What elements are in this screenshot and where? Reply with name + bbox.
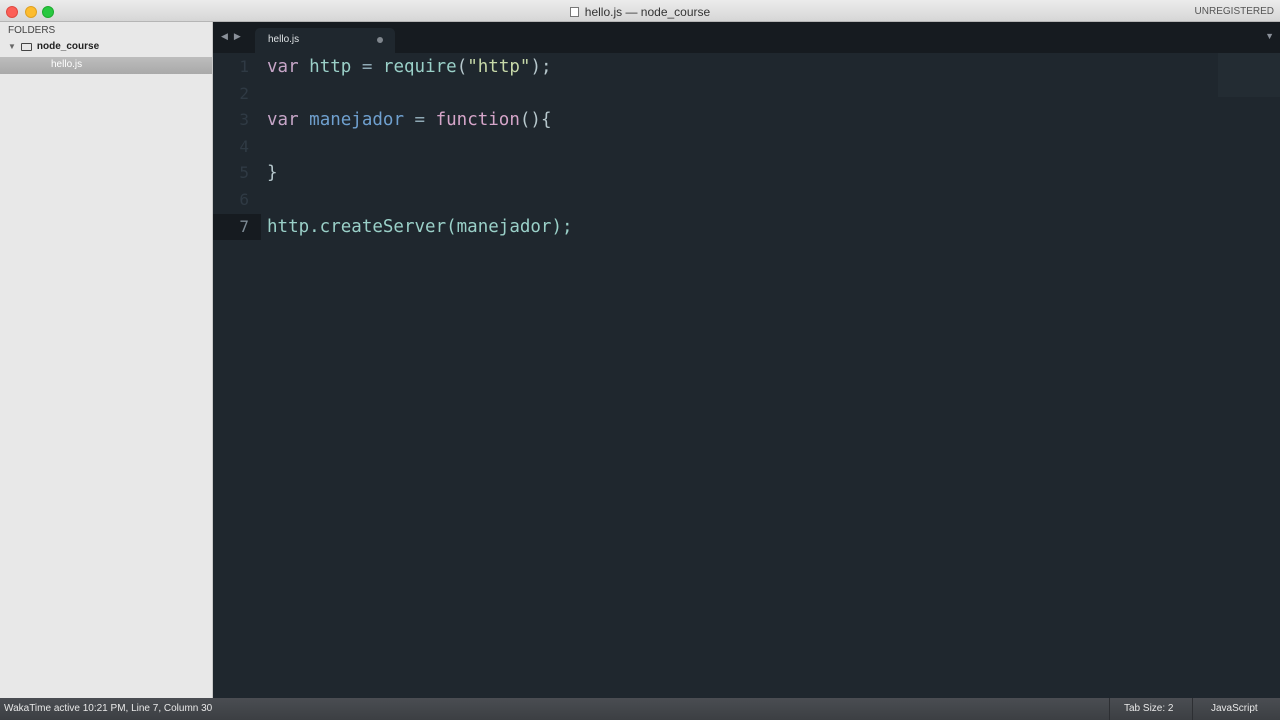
status-text: WakaTime active 10:21 PM, Line 7, Column… bbox=[4, 703, 213, 714]
code-token: http.createServer(manejador); bbox=[267, 216, 573, 237]
code-line[interactable]: 3 var manejador = function(){ bbox=[213, 107, 1213, 133]
code-token: manejador bbox=[309, 110, 415, 131]
status-bar: WakaTime active 10:21 PM, Line 7, Column… bbox=[0, 698, 1280, 720]
line-number: 1 bbox=[239, 57, 249, 76]
code-token: (){ bbox=[519, 110, 552, 131]
tab-hello-js[interactable]: hello.js bbox=[255, 28, 395, 53]
code-token: http bbox=[309, 57, 362, 77]
code-token: = bbox=[361, 57, 383, 77]
unregistered-label: UNREGISTERED bbox=[1194, 6, 1274, 17]
code-token: function bbox=[435, 110, 520, 131]
code-line[interactable]: 7 http.createServer(manejador); bbox=[213, 213, 1213, 240]
line-number: 2 bbox=[239, 83, 249, 103]
code-token: var bbox=[267, 57, 310, 77]
disclosure-triangle-icon[interactable]: ▼ bbox=[8, 42, 16, 51]
code-token: require bbox=[382, 57, 457, 77]
tab-menu-chevron-icon[interactable]: ▼ bbox=[1265, 31, 1274, 41]
tab-bar: ◀▶ hello.js ▼ bbox=[213, 22, 1280, 53]
window-title: hello.js — node_course bbox=[0, 5, 1280, 19]
minimap[interactable] bbox=[1218, 53, 1280, 97]
code-line[interactable]: 4 bbox=[213, 134, 1213, 160]
folder-node-course[interactable]: ▼ node_course bbox=[8, 41, 99, 52]
code-token: = bbox=[414, 110, 436, 131]
code-token: var bbox=[267, 110, 310, 131]
code-text: var http = require("http"); bbox=[267, 54, 552, 80]
code-text: var manejador = function(){ bbox=[267, 107, 552, 133]
syntax-selector[interactable]: JavaScript bbox=[1211, 703, 1258, 714]
folder-open-icon bbox=[20, 42, 32, 51]
folders-header: FOLDERS bbox=[8, 25, 56, 36]
code-token: } bbox=[267, 163, 278, 184]
line-number: 3 bbox=[239, 110, 249, 130]
arrow-right-icon[interactable]: ▶ bbox=[234, 31, 247, 41]
code-line[interactable]: 6 bbox=[213, 187, 1213, 213]
sidebar: FOLDERS ▼ node_course hello.js bbox=[0, 22, 213, 698]
document-icon bbox=[569, 7, 579, 17]
divider bbox=[1192, 698, 1193, 720]
unsaved-dot-icon[interactable] bbox=[377, 37, 383, 43]
title-bar: hello.js — node_course UNREGISTERED bbox=[0, 0, 1280, 22]
window-title-text: hello.js — node_course bbox=[584, 5, 711, 19]
line-number: 7 bbox=[213, 213, 261, 240]
line-number: 6 bbox=[239, 190, 249, 209]
sidebar-file-hello-js[interactable]: hello.js bbox=[0, 57, 212, 74]
line-number: 5 bbox=[239, 163, 249, 183]
tab-label: hello.js bbox=[268, 34, 300, 45]
folder-label: node_course bbox=[36, 41, 100, 52]
code-text: http.createServer(manejador); bbox=[267, 214, 573, 240]
code-token: "http" bbox=[467, 57, 531, 77]
line-number: 4 bbox=[239, 136, 249, 156]
code-line[interactable]: 1 var http = require("http"); bbox=[213, 54, 1213, 80]
arrow-left-icon[interactable]: ◀ bbox=[221, 31, 234, 41]
tab-size-selector[interactable]: Tab Size: 2 bbox=[1124, 703, 1173, 714]
code-token: ( bbox=[456, 57, 468, 77]
divider bbox=[1109, 698, 1110, 720]
code-token: ); bbox=[530, 57, 552, 77]
tab-nav-arrows[interactable]: ◀▶ bbox=[221, 31, 247, 42]
code-line[interactable]: 2 bbox=[213, 81, 1213, 107]
code-editor[interactable]: 1 var http = require("http"); 2 3 var maneja… bbox=[213, 53, 1280, 698]
code-text: } bbox=[267, 160, 278, 186]
code-line[interactable]: 5} bbox=[213, 160, 1213, 186]
